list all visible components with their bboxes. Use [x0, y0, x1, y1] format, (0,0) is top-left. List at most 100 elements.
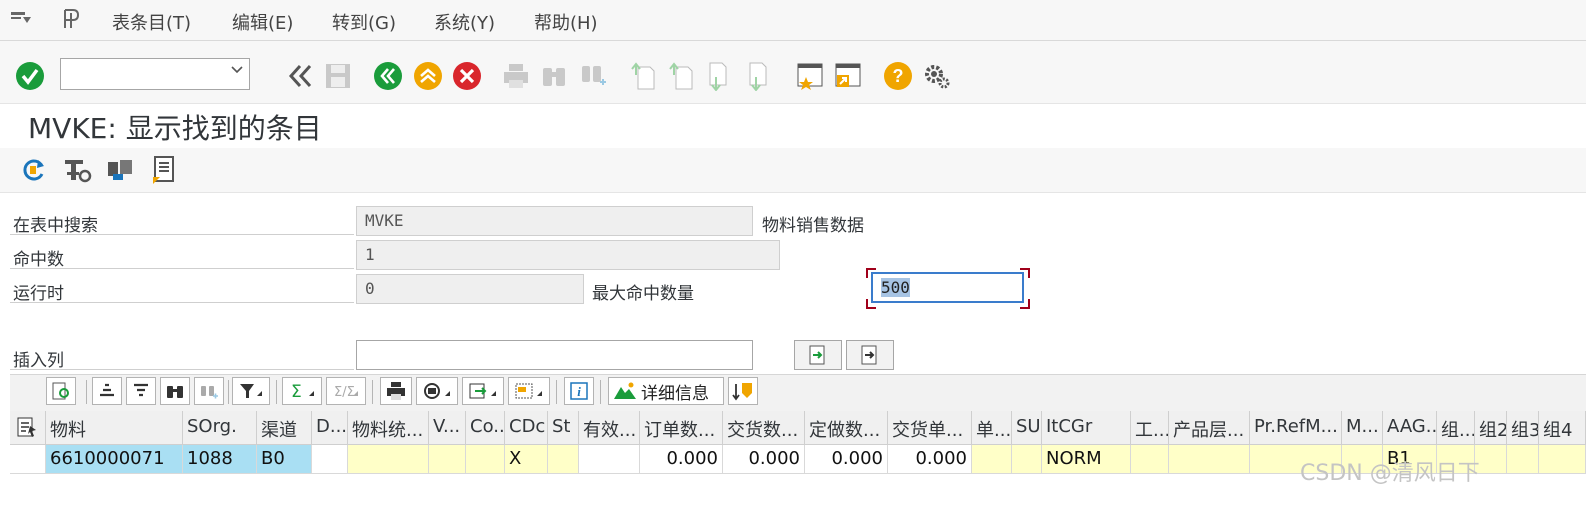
table-cell[interactable]: 0.000: [888, 445, 972, 474]
column-header[interactable]: CDc: [505, 411, 548, 445]
column-header[interactable]: 组...: [1437, 411, 1475, 445]
column-header[interactable]: 交货数...: [723, 411, 805, 445]
table-cell[interactable]: 0.000: [805, 445, 888, 474]
find-next-icon[interactable]: [578, 60, 610, 92]
column-header[interactable]: SOrg.: [183, 411, 257, 445]
table-cell[interactable]: [429, 445, 466, 474]
select-all-icon[interactable]: [10, 411, 46, 445]
column-header[interactable]: 单...: [972, 411, 1012, 445]
table-cell[interactable]: 1088: [183, 445, 257, 474]
table-cell[interactable]: [1169, 445, 1250, 474]
find-icon[interactable]: [538, 60, 570, 92]
settings-icon[interactable]: [921, 60, 953, 92]
shortcut-icon[interactable]: [832, 60, 864, 92]
table-cell[interactable]: 0.000: [723, 445, 805, 474]
remove-column-button[interactable]: [846, 340, 894, 370]
column-header[interactable]: 定做数...: [805, 411, 888, 445]
column-header[interactable]: St: [548, 411, 579, 445]
menu-icon[interactable]: [10, 10, 32, 32]
column-header[interactable]: 产品层...: [1169, 411, 1250, 445]
table-cell[interactable]: [1539, 445, 1586, 474]
command-field[interactable]: [60, 58, 250, 90]
exit-up-icon[interactable]: [412, 60, 444, 92]
details-button[interactable]: 详细信息: [608, 377, 724, 405]
column-header[interactable]: 组2: [1475, 411, 1507, 445]
table-cell[interactable]: [1131, 445, 1169, 474]
layout-icon[interactable]: [508, 377, 550, 405]
cancel-icon[interactable]: [451, 60, 483, 92]
column-header[interactable]: Pr.RefM...: [1250, 411, 1342, 445]
enter-check-icon[interactable]: [14, 60, 46, 92]
insert-column-input[interactable]: [356, 340, 753, 370]
column-header[interactable]: 订单数...: [640, 411, 723, 445]
save-icon[interactable]: [322, 60, 354, 92]
column-header[interactable]: 有效...: [579, 411, 640, 445]
column-header[interactable]: 工...: [1131, 411, 1169, 445]
table-cell[interactable]: [466, 445, 505, 474]
info-icon[interactable]: i: [564, 377, 594, 405]
subtotal-icon[interactable]: Σ/Σ: [326, 377, 366, 405]
back-icon[interactable]: [372, 60, 404, 92]
table-cell[interactable]: 0.000: [640, 445, 723, 474]
column-header[interactable]: ItCGr: [1042, 411, 1131, 445]
selection-options-icon[interactable]: [62, 154, 94, 186]
sort-descending-icon[interactable]: [126, 377, 156, 405]
export-icon[interactable]: [462, 377, 504, 405]
menu-help[interactable]: 帮助(H): [534, 9, 598, 35]
document-list-icon[interactable]: [148, 154, 180, 186]
find-next-icon[interactable]: [194, 377, 224, 405]
table-cell[interactable]: [1012, 445, 1042, 474]
column-header[interactable]: SU: [1012, 411, 1042, 445]
table-cell[interactable]: X: [505, 445, 548, 474]
column-header[interactable]: 组3: [1507, 411, 1539, 445]
column-header[interactable]: 物料统...: [348, 411, 429, 445]
back-chevrons-icon[interactable]: [284, 60, 316, 92]
column-header[interactable]: 组4: [1539, 411, 1586, 445]
menu-edit[interactable]: 编辑(E): [232, 9, 293, 35]
menu-system[interactable]: 系统(Y): [434, 9, 495, 35]
column-header[interactable]: D...: [312, 411, 348, 445]
views-icon[interactable]: [416, 377, 458, 405]
create-session-icon[interactable]: [794, 60, 826, 92]
column-header[interactable]: 渠道: [257, 411, 312, 445]
column-header[interactable]: AAG...: [1383, 411, 1437, 445]
column-header[interactable]: 物料: [46, 411, 183, 445]
find-icon[interactable]: [160, 377, 190, 405]
check-table-icon[interactable]: [104, 154, 136, 186]
table-cell[interactable]: [1507, 445, 1539, 474]
table-cell[interactable]: [312, 445, 348, 474]
column-header[interactable]: Co...: [466, 411, 505, 445]
table-cell[interactable]: [348, 445, 429, 474]
column-header[interactable]: 交货单...: [888, 411, 972, 445]
sum-icon[interactable]: Σ: [282, 377, 322, 405]
row-selector[interactable]: [10, 445, 46, 474]
insert-column-button[interactable]: [794, 340, 842, 370]
first-page-icon[interactable]: [628, 60, 660, 92]
menu-table-entry[interactable]: 表条目(T): [112, 9, 191, 35]
last-page-icon[interactable]: [744, 60, 776, 92]
sap-logo-icon[interactable]: [62, 8, 88, 34]
column-header[interactable]: M...: [1342, 411, 1383, 445]
print-icon[interactable]: [500, 60, 532, 92]
table-cell[interactable]: NORM: [1042, 445, 1131, 474]
next-page-icon[interactable]: [704, 60, 736, 92]
sort-ascending-icon[interactable]: [92, 377, 122, 405]
table-cell[interactable]: [1475, 445, 1507, 474]
filter-icon[interactable]: [232, 377, 270, 405]
details-icon[interactable]: [46, 377, 76, 405]
table-cell[interactable]: [579, 445, 640, 474]
refresh-icon[interactable]: [18, 154, 50, 186]
table-cell[interactable]: [548, 445, 579, 474]
print-preview-icon[interactable]: [380, 377, 412, 405]
table-cell[interactable]: B0: [257, 445, 312, 474]
column-header[interactable]: V...: [429, 411, 466, 445]
chevron-down-icon[interactable]: [231, 63, 243, 79]
table-cell[interactable]: 6610000071: [46, 445, 183, 474]
toolbar-separator: [600, 380, 601, 404]
sort-user-icon[interactable]: [728, 377, 758, 405]
help-icon[interactable]: ?: [882, 60, 914, 92]
max-hits-input[interactable]: 500: [871, 272, 1024, 303]
table-cell[interactable]: [972, 445, 1012, 474]
prev-page-icon[interactable]: [666, 60, 698, 92]
menu-goto[interactable]: 转到(G): [332, 9, 396, 35]
